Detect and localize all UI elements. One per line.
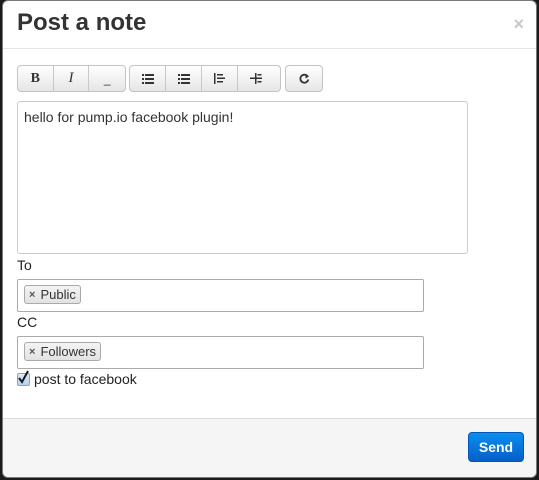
dialog-header: Post a note ×	[3, 1, 536, 49]
underline-button[interactable]: _	[89, 66, 125, 91]
tag-label: Public	[40, 287, 76, 302]
outdent-button[interactable]	[202, 66, 238, 91]
redo-button[interactable]	[286, 66, 322, 91]
unordered-list-icon	[141, 73, 154, 84]
indent-icon	[250, 73, 262, 84]
history-group	[285, 65, 323, 92]
facebook-option: post to facebook	[17, 370, 137, 387]
list-group	[129, 65, 281, 92]
post-to-facebook-checkbox[interactable]	[17, 370, 30, 386]
unordered-list-button[interactable]	[130, 66, 166, 91]
italic-button[interactable]: I	[54, 66, 90, 91]
outdent-icon	[213, 73, 225, 84]
remove-tag-icon[interactable]: ×	[29, 289, 35, 301]
close-icon[interactable]: ×	[513, 14, 524, 35]
tag-label: Followers	[40, 344, 97, 359]
redo-icon	[298, 73, 309, 84]
indent-button[interactable]	[238, 66, 274, 91]
post-note-dialog: Post a note × B I _ hello for pump.io fa…	[2, 0, 537, 478]
ordered-list-icon	[177, 73, 190, 84]
recipient-tag: × Public	[24, 285, 81, 304]
ordered-list-button[interactable]	[166, 66, 202, 91]
to-field[interactable]: × Public	[17, 279, 424, 312]
dialog-title: Post a note	[17, 9, 147, 36]
dialog-footer: Send	[3, 418, 536, 477]
format-group: B I _	[17, 65, 126, 92]
note-editor[interactable]: hello for pump.io facebook plugin!	[17, 101, 468, 254]
cc-field[interactable]: × Followers	[17, 336, 424, 369]
to-label: To	[17, 257, 32, 273]
recipient-tag: × Followers	[24, 342, 102, 361]
post-to-facebook-label: post to facebook	[34, 371, 137, 387]
bold-button[interactable]: B	[18, 66, 54, 91]
checkmark-icon	[18, 370, 29, 384]
cc-label: CC	[17, 314, 38, 330]
send-button[interactable]: Send	[468, 432, 524, 462]
remove-tag-icon[interactable]: ×	[29, 346, 35, 358]
